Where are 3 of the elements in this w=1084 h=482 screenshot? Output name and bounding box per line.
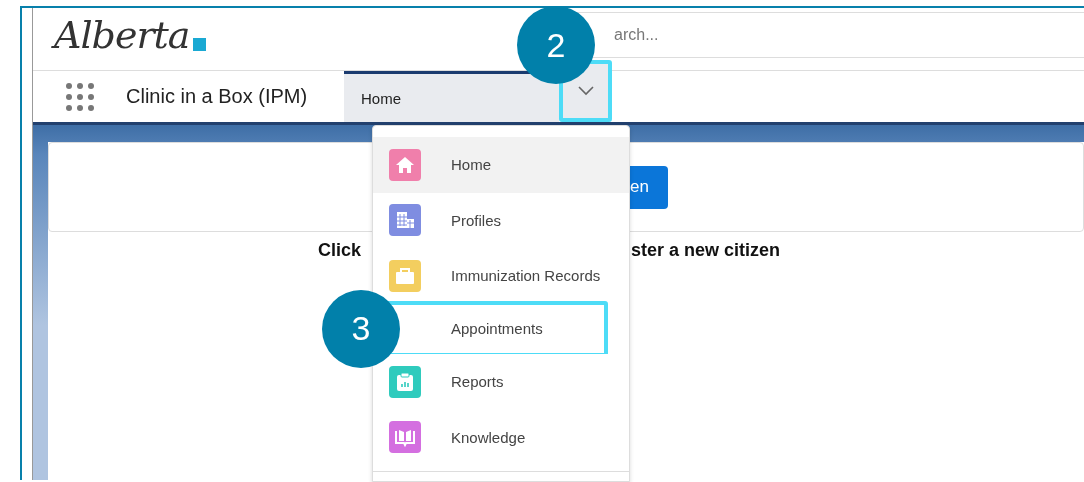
instruction-text: Click [318, 240, 363, 261]
app-name: Clinic in a Box (IPM) [126, 85, 309, 108]
instruction-text: ster a new citizen [631, 240, 781, 261]
